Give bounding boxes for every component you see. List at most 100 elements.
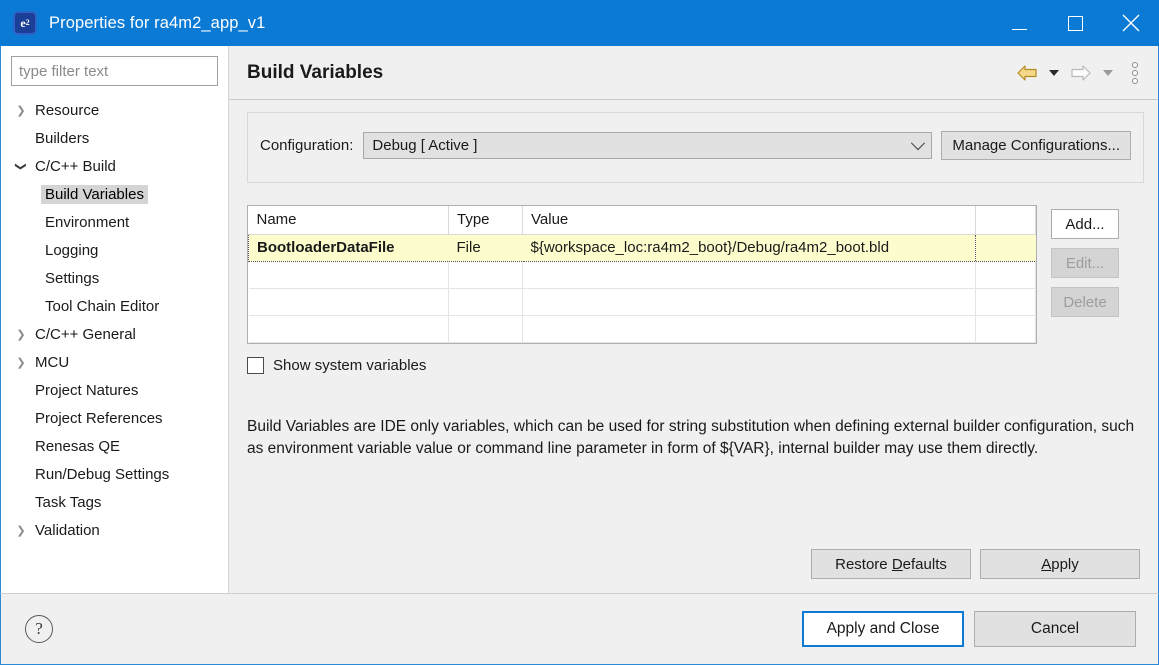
sidebar-item-label: Settings: [45, 269, 100, 287]
sidebar-item-run-debug-settings[interactable]: ❯Run/Debug Settings: [1, 460, 228, 488]
cell-pad: [975, 233, 1036, 262]
table-row[interactable]: [248, 261, 1036, 289]
variables-table-wrap[interactable]: Name Type Value BootloaderDataFile File ${…: [247, 205, 1037, 344]
sidebar-item-label: Project References: [35, 409, 163, 427]
sidebar-item-project-references[interactable]: ❯Project References: [1, 404, 228, 432]
column-header-value[interactable]: Value: [522, 206, 976, 235]
sidebar-item-label: Renesas QE: [35, 437, 121, 455]
sidebar-item-label: Logging: [45, 241, 99, 259]
configuration-value: Debug [ Active ]: [372, 137, 478, 154]
settings-tree-panel: ❯Resource❯Builders❯C/C++ BuildBuild Vari…: [1, 46, 229, 593]
sidebar-item-label: Resource: [35, 101, 100, 119]
cell-pad: [975, 315, 1036, 343]
sidebar-item-resource[interactable]: ❯ Resource: [1, 96, 228, 124]
view-menu-icon[interactable]: [1122, 58, 1146, 88]
title-bar: e2 Properties for ra4m2_app_v1: [0, 0, 1159, 46]
sidebar-item-label: Build Variables: [41, 184, 148, 204]
sidebar-item-build-variables[interactable]: Build Variables: [1, 180, 228, 208]
restore-defaults-button[interactable]: Restore Defaults: [811, 549, 971, 579]
page-header: Build Variables: [229, 46, 1158, 100]
page-description: Build Variables are IDE only variables, …: [247, 417, 1135, 458]
manage-configurations-button[interactable]: Manage Configurations...: [941, 131, 1131, 160]
sidebar-item-label: MCU: [35, 353, 70, 371]
chevron-right-icon[interactable]: ❯: [11, 356, 31, 369]
settings-tree: ❯Resource❯Builders❯C/C++ BuildBuild Vari…: [1, 92, 228, 544]
properties-dialog: e2 Properties for ra4m2_app_v1 ❯ Resource…: [0, 0, 1159, 665]
cell-value: [522, 288, 976, 316]
chevron-down-icon[interactable]: ❯: [15, 156, 28, 176]
cell-value: ${workspace_loc:ra4m2_boot}/Debug/ra4m2_…: [522, 233, 976, 262]
apply-and-close-button[interactable]: Apply and Close: [802, 611, 964, 647]
table-row[interactable]: [248, 288, 1036, 316]
chevron-right-icon[interactable]: ❯: [11, 104, 31, 117]
sidebar-item-project-natures[interactable]: ❯Project Natures: [1, 376, 228, 404]
sidebar-item-label: C/C++ General: [35, 325, 136, 343]
show-system-variables-checkbox[interactable]: [247, 356, 264, 374]
sidebar-item-c-c-build[interactable]: ❯ C/C++ Build: [1, 152, 228, 180]
chevron-down-icon: [911, 135, 926, 150]
cell-value: [522, 261, 976, 289]
cell-type: File: [448, 233, 523, 262]
restore-defaults-label: Restore Defaults: [835, 555, 947, 573]
sidebar-item-validation[interactable]: ❯ Validation: [1, 516, 228, 544]
back-arrow-icon[interactable]: [1014, 61, 1040, 85]
apply-button[interactable]: Apply: [980, 549, 1140, 579]
sidebar-item-label: Run/Debug Settings: [35, 465, 170, 483]
chevron-right-icon[interactable]: ❯: [11, 328, 31, 341]
cell-pad: [975, 261, 1036, 289]
edit-button: Edit...: [1051, 248, 1119, 278]
close-icon[interactable]: [1103, 0, 1159, 46]
cell-name: [248, 288, 449, 316]
sidebar-item-label: Project Natures: [35, 381, 139, 399]
table-row[interactable]: [248, 315, 1036, 343]
back-dropdown-icon[interactable]: [1049, 69, 1059, 76]
sidebar-item-logging[interactable]: Logging: [1, 236, 228, 264]
column-header-name[interactable]: Name: [248, 206, 449, 235]
sidebar-item-builders[interactable]: ❯Builders: [1, 124, 228, 152]
sidebar-item-label: C/C++ Build: [35, 157, 116, 175]
maximize-icon[interactable]: [1047, 0, 1103, 46]
sidebar-item-mcu[interactable]: ❯ MCU: [1, 348, 228, 376]
cell-pad: [975, 288, 1036, 316]
sidebar-item-label: Environment: [45, 213, 130, 231]
sidebar-item-renesas-qe[interactable]: ❯Renesas QE: [1, 432, 228, 460]
cell-name: [248, 261, 449, 289]
minimize-icon[interactable]: [991, 0, 1047, 46]
sidebar-item-tool-chain-editor[interactable]: Tool Chain Editor: [1, 292, 228, 320]
cell-type: [448, 315, 523, 343]
configuration-group: Configuration: Debug [ Active ] Manage C…: [247, 112, 1144, 183]
sidebar-item-environment[interactable]: Environment: [1, 208, 228, 236]
table-header-row: Name Type Value: [248, 206, 1036, 235]
filter-input[interactable]: [11, 56, 218, 86]
page-title: Build Variables: [247, 61, 384, 83]
forward-dropdown-icon: [1103, 69, 1113, 76]
delete-button: Delete: [1051, 287, 1119, 317]
sidebar-item-c-c-general[interactable]: ❯ C/C++ General: [1, 320, 228, 348]
show-system-variables-row[interactable]: Show system variables: [247, 356, 1144, 374]
column-header-pad: [975, 206, 1036, 235]
page-action-buttons: Restore Defaults Apply: [247, 549, 1144, 579]
cell-type: [448, 288, 523, 316]
sidebar-item-label: Validation: [35, 521, 100, 539]
sidebar-item-label: Builders: [35, 129, 90, 147]
column-header-type[interactable]: Type: [448, 206, 523, 235]
configuration-select[interactable]: Debug [ Active ]: [363, 132, 933, 159]
help-question-icon[interactable]: ?: [25, 615, 53, 643]
cell-type: [448, 261, 523, 289]
content-pane: Build Variables Configuration: Debug [A…: [229, 46, 1158, 593]
header-tools: [1014, 58, 1146, 88]
table-row[interactable]: BootloaderDataFile File ${workspace_loc:ra…: [248, 233, 1036, 262]
apply-label: Apply: [1041, 555, 1079, 573]
sidebar-item-settings[interactable]: Settings: [1, 264, 228, 292]
sidebar-item-task-tags[interactable]: ❯Task Tags: [1, 488, 228, 516]
variables-table-body: BootloaderDataFile File ${workspace_loc:ra…: [248, 233, 1036, 343]
table-action-buttons: Add... Edit... Delete: [1051, 205, 1119, 344]
add-button[interactable]: Add...: [1051, 209, 1119, 239]
page-body: Configuration: Debug [ Active ] Manage C…: [229, 100, 1158, 593]
cancel-button[interactable]: Cancel: [974, 611, 1136, 647]
chevron-right-icon[interactable]: ❯: [11, 524, 31, 537]
footer-buttons: Apply and Close Cancel: [802, 611, 1136, 647]
variables-area: Name Type Value BootloaderDataFile File ${…: [247, 205, 1144, 344]
window-controls: [991, 0, 1159, 46]
forward-arrow-icon: [1068, 61, 1094, 85]
